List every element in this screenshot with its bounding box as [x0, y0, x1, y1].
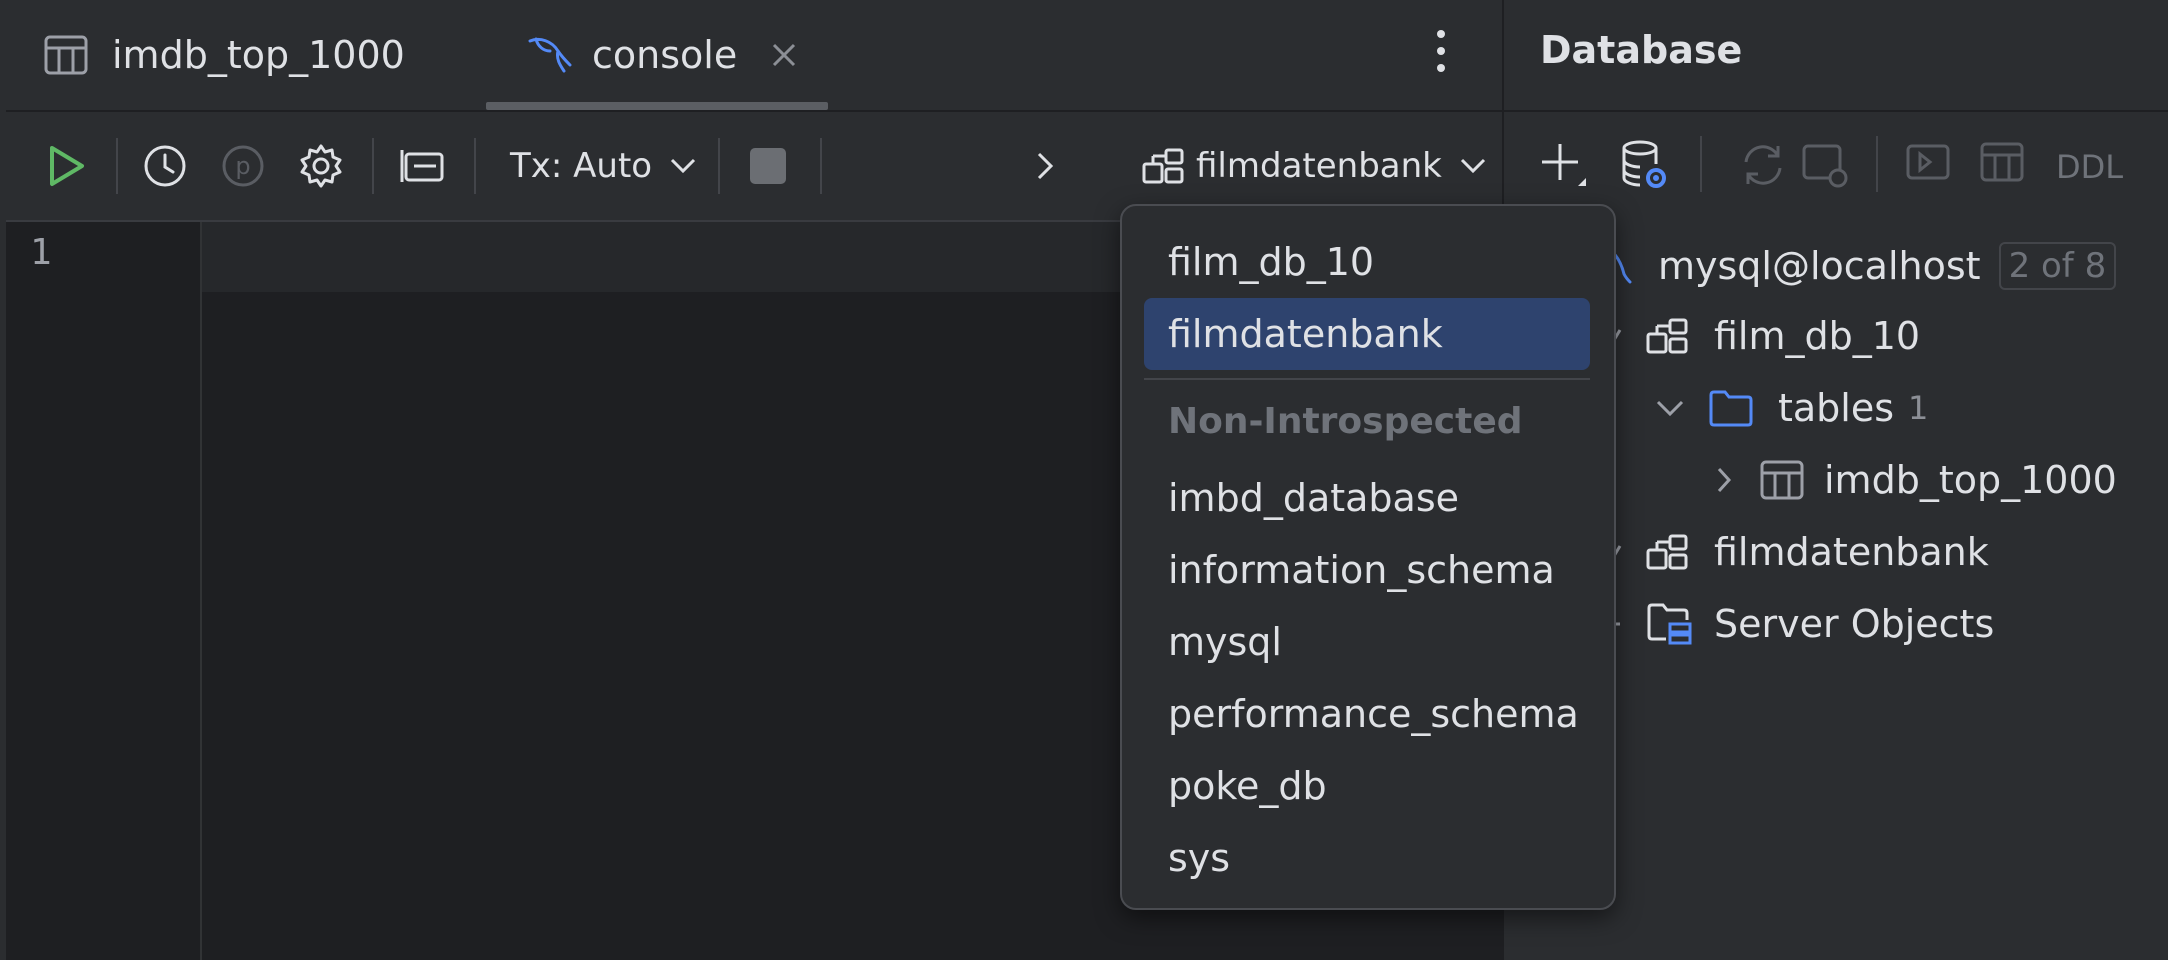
tree-folder-tables[interactable]: tables 1 — [1656, 386, 1928, 430]
tab-label: console — [592, 33, 738, 77]
mysql-dolphin-icon — [526, 35, 572, 75]
tab-console[interactable]: console — [526, 0, 797, 110]
chevron-down-icon — [1460, 158, 1486, 174]
close-tab-icon[interactable] — [771, 42, 797, 68]
schema-option-poke-db[interactable]: poke_db — [1144, 750, 1590, 822]
table-icon — [1760, 460, 1804, 500]
transaction-mode-dropdown[interactable]: Tx: Auto — [510, 112, 696, 220]
table-label: imdb_top_1000 — [1824, 458, 2117, 502]
connection-label: mysql@localhost — [1658, 244, 1981, 288]
tx-mode-label: Tx: Auto — [510, 146, 653, 186]
folder-label: tables — [1778, 386, 1895, 430]
table-icon — [44, 35, 88, 75]
schema-option-information-schema[interactable]: information_schema — [1144, 534, 1590, 606]
tree-server-objects[interactable]: Server Objects — [1612, 602, 1994, 646]
chevron-right-icon[interactable] — [1716, 466, 1732, 494]
add-icon[interactable] — [1540, 140, 1588, 192]
tables-count: 1 — [1908, 389, 1929, 427]
run-icon[interactable] — [46, 112, 86, 220]
chevron-right-icon[interactable] — [1036, 112, 1054, 220]
open-console-icon[interactable] — [1904, 140, 1952, 184]
schema-option-performance-schema[interactable]: performance_schema — [1144, 678, 1590, 750]
schemas-count-badge[interactable]: 2 of 8 — [1998, 242, 2117, 290]
settings-icon[interactable] — [298, 112, 344, 220]
schema-option-mysql[interactable]: mysql — [1144, 606, 1590, 678]
layout-icon[interactable] — [400, 112, 446, 220]
schema-option-filmdatenbank[interactable]: filmdatenbank — [1144, 298, 1590, 370]
server-objects-label: Server Objects — [1714, 602, 1995, 646]
popup-divider — [1144, 378, 1590, 380]
disconnect-icon[interactable] — [1800, 140, 1850, 190]
schema-label: film_db_10 — [1714, 314, 1921, 358]
svg-text:p: p — [235, 152, 250, 180]
refresh-icon[interactable] — [1738, 140, 1788, 190]
schema-icon — [1646, 316, 1690, 356]
tree-schema-film-db-10[interactable]: film_db_10 — [1612, 314, 1920, 358]
schema-option-film-db-10[interactable]: film_db_10 — [1144, 226, 1590, 298]
tree-table-imdb-top-1000[interactable]: imdb_top_1000 — [1716, 458, 2117, 502]
database-panel-title: Database — [1540, 28, 1743, 72]
tab-imdb-top-1000[interactable]: imdb_top_1000 — [44, 0, 405, 110]
history-icon[interactable] — [142, 112, 188, 220]
schema-option-imbd-database[interactable]: imbd_database — [1144, 462, 1590, 534]
table-view-icon[interactable] — [1980, 140, 2024, 184]
chevron-down-icon — [670, 158, 696, 174]
tree-connection-row[interactable]: mysql@localhost 2 of 8 — [1608, 242, 2117, 290]
server-objects-icon — [1646, 602, 1692, 646]
data-source-properties-icon[interactable] — [1620, 140, 1670, 192]
schema-label: filmdatenbank — [1714, 530, 1989, 574]
active-tab-indicator — [486, 102, 828, 110]
schema-icon — [1142, 146, 1186, 186]
tab-label: imdb_top_1000 — [112, 33, 405, 77]
chevron-down-icon[interactable] — [1656, 399, 1684, 417]
schema-option-sys[interactable]: sys — [1144, 822, 1590, 894]
tree-schema-filmdatenbank[interactable]: filmdatenbank — [1612, 530, 1989, 574]
line-number-gutter — [6, 222, 202, 960]
non-introspected-header: Non-Introspected — [1168, 401, 1523, 442]
current-schema-label: filmdatenbank — [1196, 146, 1442, 186]
parameters-icon[interactable]: p — [220, 112, 266, 220]
more-tabs-icon[interactable] — [1434, 28, 1448, 74]
editor-tab-bar: imdb_top_1000 console — [6, 0, 1502, 112]
schema-dropdown-popup: film_db_10 filmdatenbank Non-Introspecte… — [1120, 204, 1616, 910]
ddl-button[interactable]: DDL — [2056, 148, 2123, 186]
schema-icon — [1646, 532, 1690, 572]
folder-icon — [1708, 389, 1754, 427]
stop-icon[interactable] — [750, 112, 786, 220]
line-number: 1 — [30, 232, 52, 273]
